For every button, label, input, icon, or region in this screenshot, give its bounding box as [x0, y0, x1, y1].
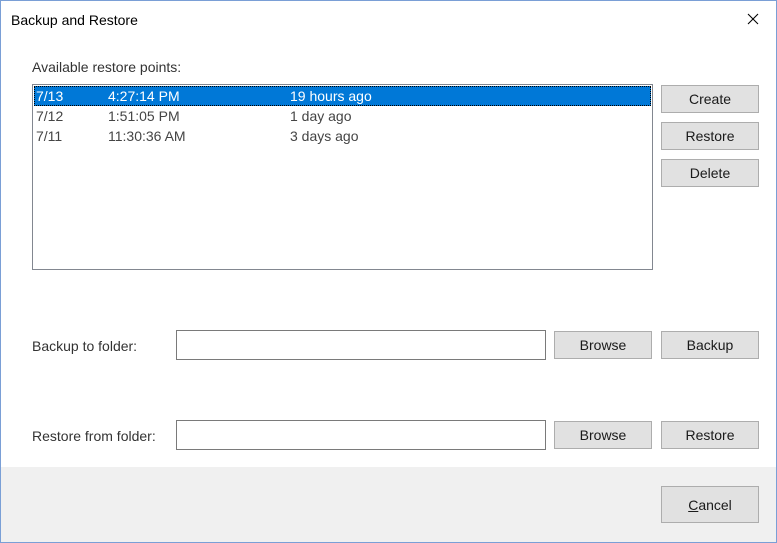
list-item[interactable]: 7/12 1:51:05 PM 1 day ago: [34, 106, 651, 126]
backup-browse-button[interactable]: Browse: [554, 331, 652, 359]
backup-folder-input[interactable]: [176, 330, 546, 360]
restore-from-folder-button[interactable]: Restore: [661, 421, 759, 449]
restore-point-date: 7/13: [36, 88, 64, 104]
restore-point-age: 3 days ago: [290, 128, 359, 144]
restore-point-time: 11:30:36 AM: [108, 128, 186, 144]
restore-points-label: Available restore points:: [32, 59, 182, 75]
title-bar: Backup and Restore: [1, 1, 776, 37]
cancel-label: ancel: [698, 496, 732, 513]
restore-point-time: 1:51:05 PM: [108, 108, 180, 124]
create-button[interactable]: Create: [661, 85, 759, 113]
close-icon: [747, 13, 759, 25]
list-item[interactable]: 7/11 11:30:36 AM 3 days ago: [34, 126, 651, 146]
backup-folder-label: Backup to folder:: [32, 338, 138, 354]
backup-button[interactable]: Backup: [661, 331, 759, 359]
cancel-accelerator: C: [688, 496, 699, 513]
cancel-button[interactable]: Cancel: [661, 486, 759, 523]
restore-points-list[interactable]: 7/13 4:27:14 PM 19 hours ago 7/12 1:51:0…: [32, 84, 653, 270]
delete-button[interactable]: Delete: [661, 159, 759, 187]
close-button[interactable]: [730, 1, 776, 37]
restore-folder-label: Restore from folder:: [32, 428, 156, 444]
restore-point-button[interactable]: Restore: [661, 122, 759, 150]
restore-point-time: 4:27:14 PM: [108, 88, 180, 104]
dialog-footer: Cancel: [1, 467, 776, 542]
backup-restore-dialog: Backup and Restore Available restore poi…: [0, 0, 777, 543]
restore-folder-input[interactable]: [176, 420, 546, 450]
window-title: Backup and Restore: [11, 12, 138, 28]
restore-point-age: 19 hours ago: [290, 88, 372, 104]
restore-point-date: 7/12: [36, 108, 64, 124]
restore-point-age: 1 day ago: [290, 108, 352, 124]
restore-browse-button[interactable]: Browse: [554, 421, 652, 449]
restore-point-date: 7/11: [36, 128, 63, 144]
list-item[interactable]: 7/13 4:27:14 PM 19 hours ago: [34, 86, 651, 106]
